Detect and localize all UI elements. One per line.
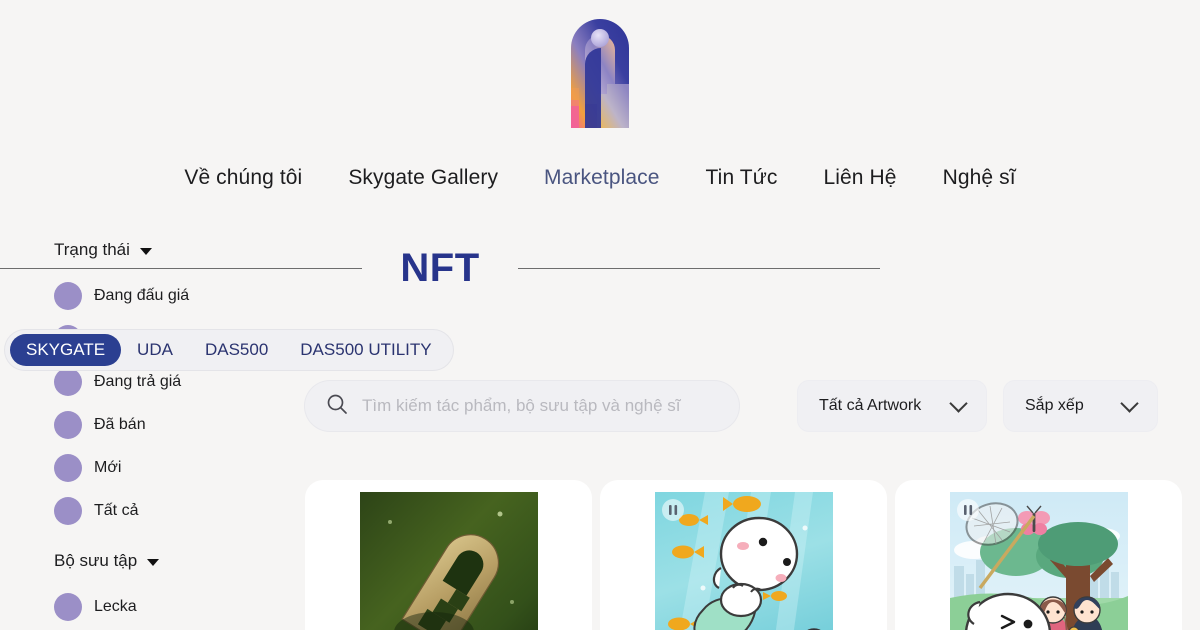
nav-item-ve-chung-toi[interactable]: Về chúng tôi bbox=[184, 166, 302, 190]
artwork-filter-label: Tất cả Artwork bbox=[819, 397, 922, 414]
picnic-butterfly-net-artwork bbox=[949, 492, 1128, 630]
skygate-arch-logo[interactable] bbox=[567, 8, 633, 130]
tab-das500[interactable]: DAS500 bbox=[189, 334, 284, 366]
nav-item-skygate-gallery[interactable]: Skygate Gallery bbox=[348, 166, 498, 190]
artwork-card[interactable] bbox=[600, 480, 887, 630]
filter-dot-icon bbox=[54, 592, 82, 621]
sort-dropdown[interactable]: Sắp xếp bbox=[1003, 380, 1158, 432]
filter-option-lecka[interactable]: Lecka bbox=[54, 585, 274, 628]
artwork-card[interactable] bbox=[305, 480, 592, 630]
filter-option-da-ban[interactable]: Đã bán bbox=[54, 403, 274, 446]
filter-option-label: Mới bbox=[94, 458, 122, 476]
filter-dot-icon bbox=[54, 410, 82, 439]
search-icon bbox=[326, 393, 348, 420]
nav-item-lien-he[interactable]: Liên Hệ bbox=[823, 166, 896, 190]
filter-option-label: Đã bán bbox=[94, 415, 146, 433]
artwork-grid bbox=[305, 480, 1182, 630]
filter-option-label: Đang đấu giá bbox=[94, 286, 190, 304]
filter-dot-icon bbox=[54, 453, 82, 482]
tab-uda[interactable]: UDA bbox=[121, 334, 189, 366]
artwork-card[interactable] bbox=[895, 480, 1182, 630]
filter-group-collection-label: Bộ sưu tập bbox=[54, 551, 138, 570]
tab-das500-utility[interactable]: DAS500 UTILITY bbox=[284, 334, 447, 366]
artwork-filter-dropdown[interactable]: Tất cả Artwork bbox=[797, 380, 987, 432]
filter-option-moi[interactable]: Mới bbox=[54, 446, 274, 489]
chevron-down-icon bbox=[1120, 393, 1139, 413]
chevron-down-icon bbox=[147, 558, 160, 566]
main-nav: Về chúng tôi Skygate Gallery Marketplace… bbox=[0, 166, 1200, 190]
page-title: NFT bbox=[400, 246, 480, 290]
filter-option-label: Tất cả bbox=[94, 501, 139, 519]
page-title-row: NFT bbox=[0, 246, 881, 290]
nav-item-nghe-si[interactable]: Nghệ sĩ bbox=[943, 166, 1016, 190]
search-bar[interactable] bbox=[304, 380, 740, 432]
search-input[interactable] bbox=[362, 396, 718, 416]
mermaid-underwater-artwork bbox=[654, 492, 833, 630]
filter-option-label: Lecka bbox=[94, 597, 137, 615]
filter-sidebar: Trạng thái Đang đấu giá Đang bán Đang tr… bbox=[54, 240, 274, 630]
nav-item-tin-tuc[interactable]: Tin Tức bbox=[706, 166, 778, 190]
tab-skygate[interactable]: SKYGATE bbox=[10, 334, 122, 366]
collection-tabs: SKYGATE UDA DAS500 DAS500 UTILITY bbox=[4, 329, 454, 371]
sort-label: Sắp xếp bbox=[1025, 397, 1084, 414]
filter-option-tat-ca[interactable]: Tất cả bbox=[54, 489, 274, 532]
title-rule-right bbox=[517, 267, 881, 269]
filter-group-collection-header[interactable]: Bộ sưu tập bbox=[54, 551, 274, 571]
chevron-down-icon bbox=[949, 393, 968, 413]
title-rule-left bbox=[0, 267, 363, 269]
filter-option-label: Đang trả giá bbox=[94, 372, 182, 390]
wooden-arch-on-moss-artwork bbox=[359, 492, 538, 630]
marketplace-page: Về chúng tôi Skygate Gallery Marketplace… bbox=[0, 0, 1200, 630]
filter-dot-icon bbox=[54, 496, 82, 525]
filter-dot-icon bbox=[54, 367, 82, 396]
nav-item-marketplace[interactable]: Marketplace bbox=[544, 166, 659, 190]
